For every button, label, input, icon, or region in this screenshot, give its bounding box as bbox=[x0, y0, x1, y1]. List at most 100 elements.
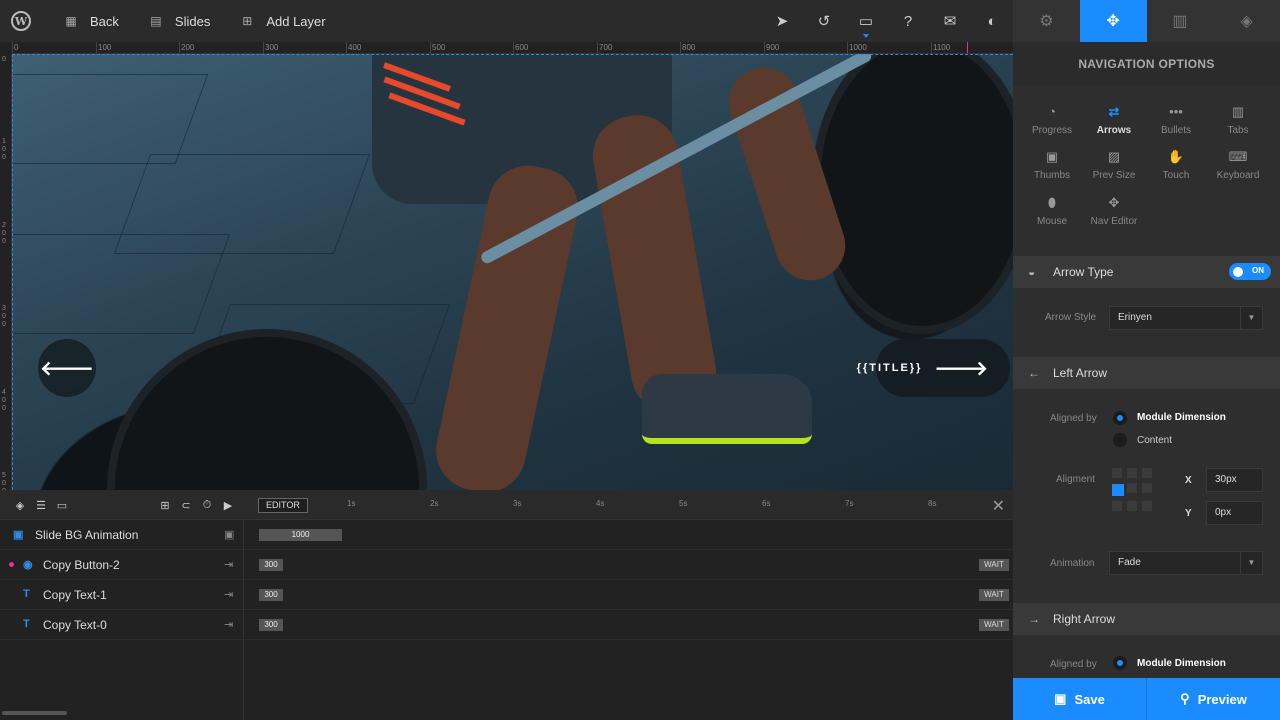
slides-button[interactable]: ▤ Slides bbox=[149, 14, 210, 29]
undo-icon[interactable]: ↺ bbox=[803, 0, 845, 42]
nav-item-mouse[interactable]: ⬮ Mouse bbox=[1021, 195, 1083, 227]
nav-item-thumbs[interactable]: ▣ Thumbs bbox=[1021, 149, 1083, 181]
timeline-row[interactable]: T Copy Text-0 ⇥ 300 WAIT bbox=[0, 610, 1013, 640]
alignment-grid[interactable] bbox=[1112, 468, 1152, 511]
navigation-tab-icon[interactable]: ✥ bbox=[1079, 0, 1147, 42]
row-name: Copy Button-2 bbox=[43, 558, 120, 572]
nav-arrow-right[interactable]: {{TITLE}} 🡒 bbox=[857, 339, 1010, 397]
nav-item-progress[interactable]: ◔ Progress bbox=[1021, 104, 1083, 136]
wait-badge[interactable]: WAIT bbox=[979, 589, 1009, 601]
ruler-label: 300 bbox=[265, 43, 279, 52]
slides-tab-icon[interactable]: ▥ bbox=[1147, 0, 1214, 42]
floor-tile bbox=[12, 74, 209, 164]
nav-item-prev-size[interactable]: ▨ Prev Size bbox=[1083, 149, 1145, 181]
comment-icon[interactable]: ✉ bbox=[929, 0, 971, 42]
bullets-icon: ••• bbox=[1169, 104, 1183, 119]
desktop-view-icon[interactable]: ▭ bbox=[845, 0, 887, 42]
radio-content[interactable] bbox=[1113, 433, 1127, 447]
wait-badge[interactable]: WAIT bbox=[979, 619, 1009, 631]
help-icon[interactable]: ? bbox=[887, 0, 929, 42]
timeline-row[interactable]: T Copy Text-1 ⇥ 300 WAIT bbox=[0, 580, 1013, 610]
save-button[interactable]: ▣ Save bbox=[1013, 678, 1146, 720]
aligned-by-label: Aligned by bbox=[1050, 659, 1097, 670]
section-left-arrow[interactable]: ← Left Arrow bbox=[1013, 357, 1280, 389]
align-cell[interactable] bbox=[1112, 501, 1122, 511]
nav-item-keyboard[interactable]: ⌨ Keyboard bbox=[1207, 149, 1269, 181]
athlete-figure bbox=[352, 54, 872, 490]
ruler-label: 200 bbox=[181, 43, 195, 52]
ruler-label: 500 bbox=[432, 43, 446, 52]
preview-label: Preview bbox=[1197, 691, 1247, 707]
align-cell-active[interactable] bbox=[1112, 484, 1124, 496]
y-label: Y bbox=[1185, 508, 1192, 519]
back-button[interactable]: ▦ Back bbox=[64, 14, 119, 29]
arrow-style-select[interactable]: Erinyen ▼ bbox=[1109, 306, 1263, 330]
cursor-icon[interactable]: ➤ bbox=[761, 0, 803, 42]
ruler-label: 0 bbox=[2, 56, 6, 63]
timeline-row[interactable]: ◉ Copy Button-2 ⇥ 300 WAIT bbox=[0, 550, 1013, 580]
contrast-icon[interactable]: ◐ bbox=[971, 0, 1013, 42]
nav-arrow-left[interactable]: 🡐 bbox=[38, 339, 96, 397]
editor-button[interactable]: EDITOR bbox=[258, 498, 308, 513]
end-arrow-icon[interactable]: ⇥ bbox=[224, 558, 233, 571]
drop-icon: ◒ bbox=[1028, 265, 1036, 279]
duration-bar[interactable]: 300 bbox=[259, 589, 283, 601]
scale-label: 4s bbox=[596, 499, 605, 508]
floor-tile bbox=[12, 234, 231, 334]
close-icon[interactable]: ✕ bbox=[992, 496, 1005, 516]
duration-bar[interactable]: 300 bbox=[259, 619, 283, 631]
align-cell[interactable] bbox=[1127, 468, 1137, 478]
wordpress-logo-button[interactable]: W bbox=[0, 0, 42, 42]
stopwatch-icon[interactable]: ⏱ bbox=[201, 499, 213, 511]
x-offset-input[interactable]: 30px bbox=[1206, 468, 1263, 492]
align-cell[interactable] bbox=[1127, 501, 1137, 511]
nav-item-tabs[interactable]: ▥ Tabs bbox=[1207, 104, 1269, 136]
align-cell[interactable] bbox=[1142, 468, 1152, 478]
save-label: Save bbox=[1074, 691, 1105, 707]
align-cell[interactable] bbox=[1142, 483, 1152, 493]
add-layer-button[interactable]: ⊞ Add Layer bbox=[240, 14, 325, 29]
nav-item-nav-editor[interactable]: ✥ Nav Editor bbox=[1083, 195, 1145, 227]
x-label: X bbox=[1185, 475, 1192, 486]
y-offset-input[interactable]: 0px bbox=[1206, 501, 1263, 525]
magnet-icon[interactable]: ⊂ bbox=[180, 499, 192, 512]
timeline-row[interactable]: ▣ Slide BG Animation ▣ 1000 bbox=[0, 520, 1013, 550]
section-right-arrow[interactable]: → Right Arrow bbox=[1013, 603, 1280, 635]
grid-icon: ▦ bbox=[65, 14, 77, 28]
text-layer-icon: T bbox=[23, 588, 30, 600]
duration-bar[interactable]: 1000 bbox=[259, 529, 342, 541]
section-arrow-type[interactable]: ◒ Arrow Type ON bbox=[1013, 256, 1280, 288]
end-arrow-icon[interactable]: ⇥ bbox=[224, 618, 233, 631]
horizontal-scrollbar[interactable] bbox=[2, 711, 67, 715]
image-icon[interactable]: ▣ bbox=[224, 528, 234, 541]
align-cell[interactable] bbox=[1112, 468, 1122, 478]
chevron-down-icon: ▼ bbox=[1240, 307, 1262, 329]
align-cell[interactable] bbox=[1127, 483, 1137, 493]
preview-button[interactable]: ⚲ Preview bbox=[1146, 678, 1280, 720]
nav-item-touch[interactable]: ✋ Touch bbox=[1145, 149, 1207, 181]
grid-select-icon[interactable]: ⊞ bbox=[159, 499, 171, 512]
end-arrow-icon[interactable]: ⇥ bbox=[224, 588, 233, 601]
play-icon[interactable]: ▶ bbox=[222, 499, 234, 512]
slide-canvas[interactable] bbox=[12, 54, 1013, 490]
align-cell[interactable] bbox=[1142, 501, 1152, 511]
settings-gear-icon[interactable]: ⚙ bbox=[1013, 0, 1080, 42]
wait-badge[interactable]: WAIT bbox=[979, 559, 1009, 571]
layers-tab-icon[interactable]: ◈ bbox=[1213, 0, 1280, 42]
list-icon[interactable]: ☰ bbox=[35, 499, 47, 512]
animation-select[interactable]: Fade ▼ bbox=[1109, 551, 1263, 575]
radio-module-dimension[interactable] bbox=[1113, 411, 1127, 425]
nav-item-bullets[interactable]: ••• Bullets bbox=[1145, 104, 1207, 136]
nav-item-arrows[interactable]: ⇄ Arrows bbox=[1083, 104, 1145, 136]
timeline-scale[interactable]: 1s 2s 3s 4s 5s 6s 7s 8s bbox=[340, 490, 990, 520]
scale-label: 5s bbox=[679, 499, 688, 508]
row-name: Copy Text-1 bbox=[43, 588, 107, 602]
layers-icon[interactable]: ◈ bbox=[14, 499, 26, 512]
ruler-corner bbox=[0, 42, 12, 54]
alignment-label: Aligment bbox=[1056, 474, 1095, 485]
folder-icon[interactable]: ▭ bbox=[56, 499, 68, 512]
arrow-type-toggle[interactable]: ON bbox=[1229, 263, 1271, 280]
duration-bar[interactable]: 300 bbox=[259, 559, 283, 571]
ruler-tick bbox=[764, 42, 765, 53]
radio-module-dimension[interactable] bbox=[1113, 656, 1127, 670]
